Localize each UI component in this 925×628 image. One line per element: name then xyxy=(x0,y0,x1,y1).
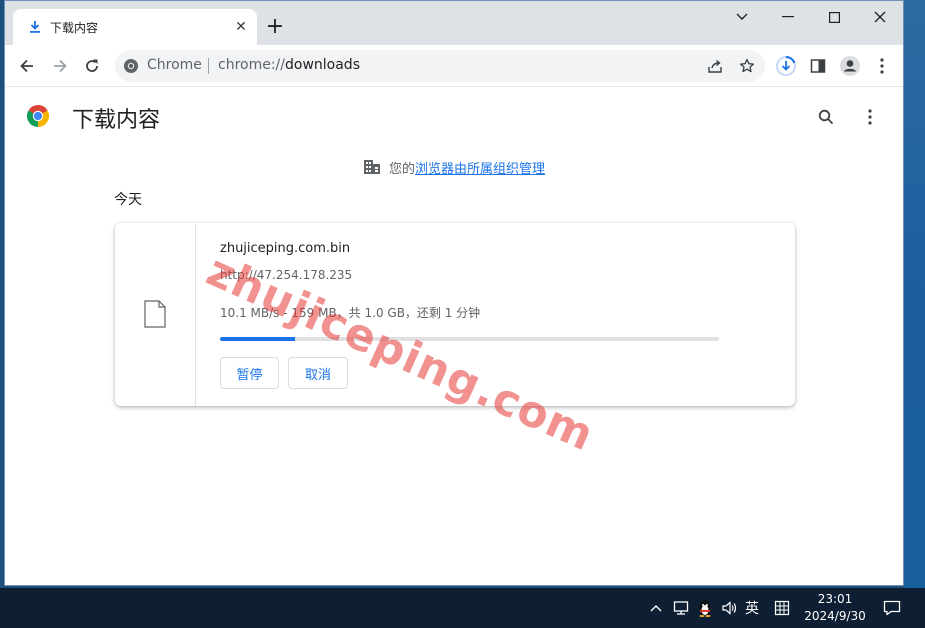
browser-window: 下载内容 ✕ + Chrome chrome://downloads 下载内容 … xyxy=(4,0,904,586)
profile-button[interactable] xyxy=(837,53,863,79)
download-progress-icon xyxy=(776,55,796,76)
notification-icon xyxy=(883,600,901,616)
browser-toolbar: Chrome chrome://downloads xyxy=(5,45,903,87)
forward-button[interactable] xyxy=(46,52,74,80)
cancel-button[interactable]: 取消 xyxy=(288,357,348,389)
clock-time: 23:01 xyxy=(817,592,853,606)
downloads-button[interactable] xyxy=(773,53,799,79)
chevron-down-icon xyxy=(736,13,748,20)
download-icon-area xyxy=(115,223,196,406)
back-button[interactable] xyxy=(13,52,41,80)
downloads-page: 下载内容 您的 浏览器由所属组织管理 今天 zhujiceping.com.bi… xyxy=(5,88,903,585)
ime-language-button[interactable]: 英 xyxy=(741,596,763,620)
tab-strip: 下载内容 ✕ + xyxy=(5,1,903,45)
chrome-site-icon xyxy=(124,59,138,73)
downloads-menu-button[interactable] xyxy=(858,105,882,129)
clock-date: 2024/9/30 xyxy=(804,609,866,623)
file-icon xyxy=(144,300,166,328)
tray-overflow-button[interactable] xyxy=(648,596,664,620)
qq-tray-button[interactable] xyxy=(694,596,716,620)
close-icon xyxy=(874,11,886,23)
maximize-icon xyxy=(828,11,840,23)
more-vert-icon xyxy=(880,58,884,74)
download-icon xyxy=(30,21,40,33)
search-icon xyxy=(818,109,834,125)
omnibox-url: chrome://downloads xyxy=(218,57,360,73)
chevron-up-icon xyxy=(650,605,662,612)
network-tray-button[interactable] xyxy=(670,596,692,620)
managed-notice: 您的 浏览器由所属组织管理 xyxy=(363,157,545,177)
arrow-right-icon xyxy=(54,59,67,73)
network-icon xyxy=(673,601,689,615)
desktop-background xyxy=(904,0,925,588)
reload-icon xyxy=(86,59,98,72)
url-path: downloads xyxy=(285,57,360,73)
address-bar[interactable]: Chrome chrome://downloads xyxy=(115,50,765,82)
managed-link[interactable]: 浏览器由所属组织管理 xyxy=(415,158,545,177)
download-progress-bar xyxy=(220,337,719,341)
date-heading: 今天 xyxy=(114,192,142,208)
ime-mode-button[interactable] xyxy=(771,596,793,620)
tab-search-button[interactable] xyxy=(719,4,765,30)
download-status: 10.1 MB/s - 159 MB，共 1.0 GB，还剩 1 分钟 xyxy=(220,306,481,320)
download-item: zhujiceping.com.bin http://47.254.178.23… xyxy=(115,223,795,406)
share-icon xyxy=(708,59,722,73)
building-icon xyxy=(364,160,380,174)
arrow-left-icon xyxy=(20,59,33,73)
tab-title: 下载内容 xyxy=(50,21,99,35)
avatar-icon xyxy=(840,56,860,76)
taskbar: 英 23:01 2024/9/30 xyxy=(0,588,925,628)
taskbar-clock[interactable]: 23:01 2024/9/30 xyxy=(800,591,870,625)
qq-penguin-icon xyxy=(699,600,711,617)
page-header: 下载内容 xyxy=(5,88,903,146)
tab-close-icon[interactable]: ✕ xyxy=(231,17,251,37)
download-progress-fill xyxy=(220,337,295,341)
download-file-name[interactable]: zhujiceping.com.bin xyxy=(220,241,350,256)
url-scheme: chrome:// xyxy=(218,57,285,73)
speaker-icon xyxy=(722,601,737,615)
side-panel-button[interactable] xyxy=(805,53,831,79)
volume-tray-button[interactable] xyxy=(718,596,740,620)
input-grid-icon xyxy=(774,600,790,616)
reload-button[interactable] xyxy=(78,52,106,80)
side-panel-icon xyxy=(810,59,826,73)
star-icon xyxy=(739,58,755,73)
minimize-button[interactable] xyxy=(765,4,811,30)
bookmark-button[interactable] xyxy=(737,56,757,76)
page-title: 下载内容 xyxy=(72,108,161,133)
share-button[interactable] xyxy=(705,56,725,76)
managed-prefix: 您的 xyxy=(389,161,416,177)
search-downloads-button[interactable] xyxy=(814,105,838,129)
tab-downloads[interactable]: 下载内容 ✕ xyxy=(13,9,257,45)
browser-menu-button[interactable] xyxy=(869,53,895,79)
omnibox-divider xyxy=(208,58,209,74)
maximize-button[interactable] xyxy=(811,4,857,30)
pause-button[interactable]: 暂停 xyxy=(220,357,279,389)
notification-center-button[interactable] xyxy=(880,596,904,620)
minimize-icon xyxy=(782,16,794,18)
new-tab-button[interactable]: + xyxy=(263,14,287,39)
omnibox-chip: Chrome xyxy=(147,57,202,73)
more-vert-icon xyxy=(868,109,872,125)
chrome-logo-icon xyxy=(26,105,50,127)
download-source-url[interactable]: http://47.254.178.235 xyxy=(220,268,352,282)
close-window-button[interactable] xyxy=(857,4,903,30)
